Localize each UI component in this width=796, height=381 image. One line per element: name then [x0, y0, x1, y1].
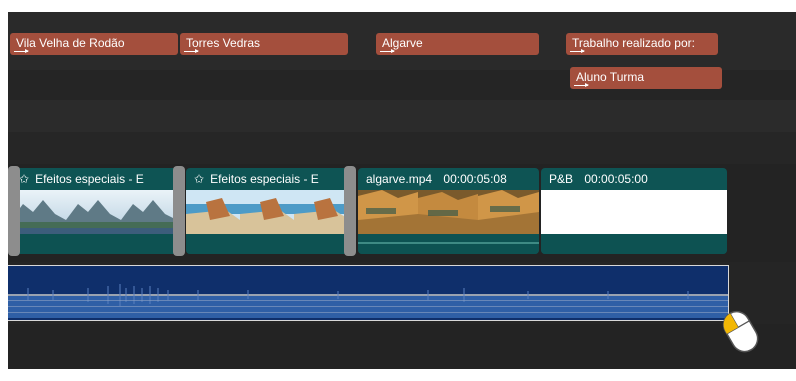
arrow-icon	[380, 49, 395, 53]
arrow-icon	[14, 49, 29, 53]
video-thumbnails	[358, 190, 539, 234]
title-clip-label: Vila Velha de Rodão	[16, 36, 125, 50]
overlay-track-2	[8, 132, 796, 165]
video-clip-label: P&B	[549, 172, 574, 186]
title-clip-torres-vedras[interactable]: Torres Vedras	[180, 33, 348, 55]
clip-trim-handle[interactable]	[344, 166, 356, 256]
timeline-panel: Vila Velha de Rodão Torres Vedras Algarv…	[8, 12, 796, 369]
clip-footer	[186, 234, 350, 254]
video-clip-label: Efeitos especiais - E	[210, 172, 319, 186]
video-thumbnails	[11, 190, 177, 234]
title-clip-label: Trabalho realizado por:	[572, 36, 695, 50]
clip-footer	[11, 234, 177, 254]
clip-footer	[541, 234, 727, 254]
title-clip-label: Aluno Turma	[576, 70, 645, 84]
video-clip-duration: 00:00:05:00	[584, 172, 648, 186]
star-effect-icon: ✩	[19, 172, 30, 186]
video-clip-label: algarve.mp4	[366, 172, 433, 186]
video-thumbnails	[541, 190, 727, 234]
empty-track	[8, 324, 796, 369]
video-thumbnails	[186, 190, 350, 234]
video-clip-effects-2[interactable]: ✩ Efeitos especiais - E	[186, 168, 350, 254]
arrow-icon	[574, 83, 589, 87]
title-clip-trabalho[interactable]: Trabalho realizado por:	[566, 33, 718, 55]
arrow-icon	[570, 49, 585, 53]
title-clip-label: Torres Vedras	[186, 36, 261, 50]
video-clip-algarve[interactable]: algarve.mp4 00:00:05:08	[358, 168, 539, 254]
title-clip-algarve[interactable]: Algarve	[376, 33, 539, 55]
video-clip-effects-1[interactable]: ✩ Efeitos especiais - E	[11, 168, 177, 254]
clip-footer	[358, 234, 539, 254]
title-clip-label: Algarve	[382, 36, 423, 50]
video-clip-duration: 00:00:05:08	[443, 172, 507, 186]
video-clip-pb[interactable]: P&B 00:00:05:00	[541, 168, 727, 254]
star-effect-icon: ✩	[194, 172, 205, 186]
title-clip-aluno-turma[interactable]: Aluno Turma	[570, 67, 722, 89]
audio-clip[interactable]	[8, 265, 729, 321]
arrow-icon	[184, 49, 199, 53]
audio-waveform	[8, 284, 728, 318]
mouse-click-icon	[722, 310, 759, 353]
overlay-track-1	[8, 100, 796, 133]
title-clip-vila-velha[interactable]: Vila Velha de Rodão	[10, 33, 178, 55]
clip-trim-handle[interactable]	[8, 166, 20, 256]
clip-trim-handle[interactable]	[173, 166, 185, 256]
video-clip-label: Efeitos especiais - E	[35, 172, 144, 186]
